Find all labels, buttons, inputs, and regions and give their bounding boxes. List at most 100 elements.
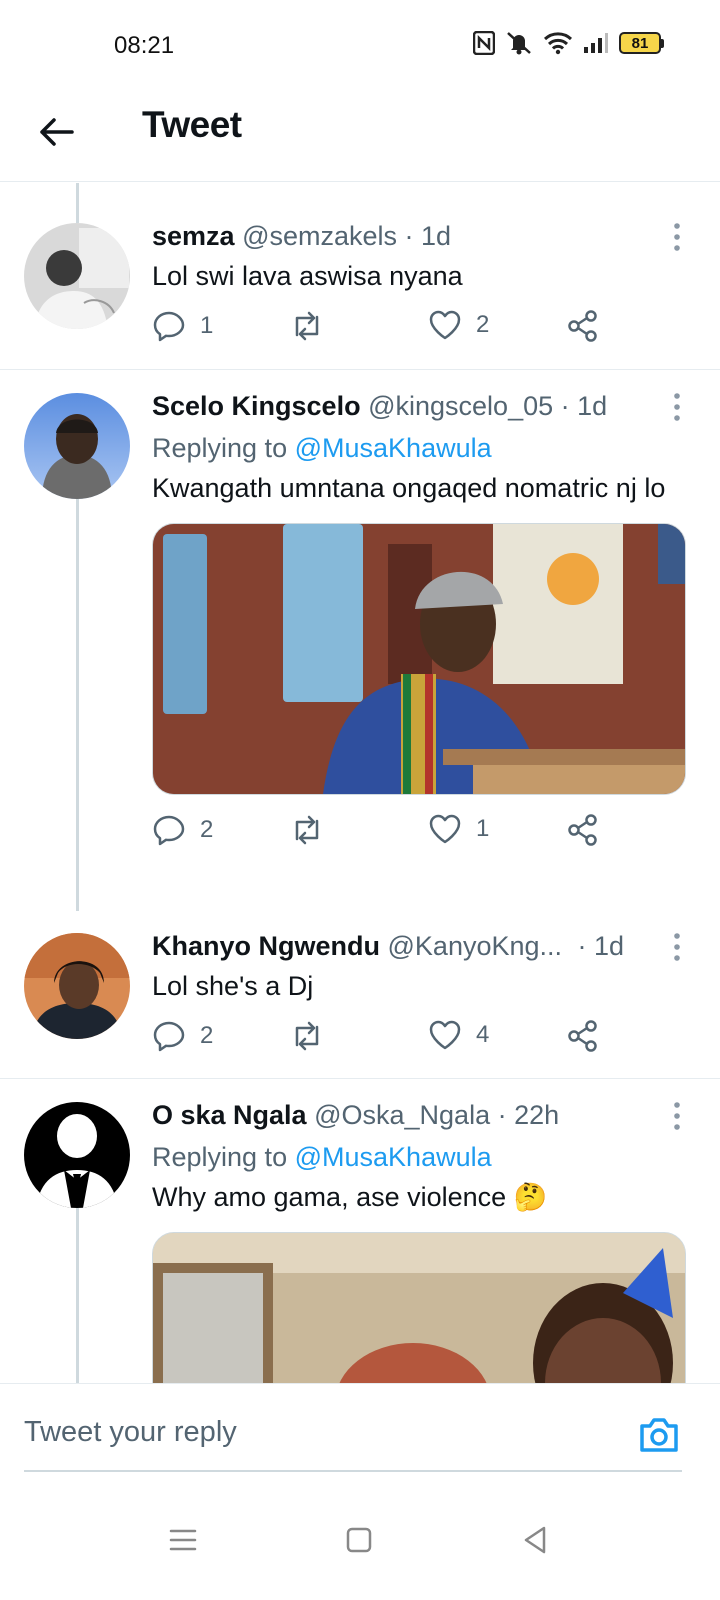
tweet-image[interactable]: [152, 523, 686, 795]
status-icons: 81: [473, 30, 664, 56]
more-options-button[interactable]: [662, 391, 692, 423]
tweet-meta: Scelo Kingscelo @kingscelo_05 · 1d: [152, 389, 682, 423]
avatar[interactable]: [24, 933, 130, 1039]
tweet-actions: 2 1: [152, 813, 682, 857]
thread-line: [76, 499, 79, 911]
reply-button[interactable]: 2: [152, 813, 213, 847]
tweet[interactable]: O ska Ngala @Oska_Ngala · 22h Replying t…: [0, 1080, 720, 1413]
retweet-button[interactable]: [288, 309, 340, 343]
page-title: Tweet: [142, 104, 242, 145]
heart-icon: [429, 1020, 461, 1050]
battery-icon: 81: [619, 32, 664, 54]
more-options-button[interactable]: [662, 931, 692, 963]
tweet-actions: 2 4: [152, 1019, 682, 1063]
tweet-text: Why amo gama, ase violence 🤔: [152, 1182, 548, 1212]
home-nav-button[interactable]: [342, 1523, 376, 1557]
author-name[interactable]: Scelo Kingscelo: [152, 391, 361, 421]
like-button[interactable]: 4: [428, 1019, 489, 1051]
reply-count: 2: [200, 1022, 214, 1049]
reply-input[interactable]: Tweet your reply: [24, 1416, 237, 1449]
more-options-button[interactable]: [662, 221, 692, 253]
avatar[interactable]: [24, 223, 130, 329]
retweet-button[interactable]: [288, 813, 340, 847]
mute-icon: [505, 30, 533, 56]
reply-icon: [153, 311, 185, 342]
back-nav-button[interactable]: [518, 1523, 552, 1557]
like-count: 4: [476, 1021, 490, 1048]
author-handle: @Oska_Ngala: [314, 1100, 491, 1130]
square-icon: [346, 1527, 372, 1553]
author-name[interactable]: Khanyo Ngwendu: [152, 931, 380, 961]
tweet-text: Lol swi lava aswisa nyana: [152, 261, 463, 291]
author-handle: @KanyoKng...: [387, 931, 563, 961]
share-button[interactable]: [566, 813, 600, 847]
like-button[interactable]: 1: [428, 813, 489, 845]
share-button[interactable]: [566, 1019, 600, 1053]
reply-button[interactable]: 2: [152, 1019, 213, 1053]
retweet-icon: [295, 311, 319, 341]
thread-line: [76, 183, 79, 223]
avatar[interactable]: [24, 1102, 130, 1208]
reply-icon: [153, 1021, 185, 1052]
author-name[interactable]: O ska Ngala: [152, 1100, 307, 1130]
more-vertical-icon: [674, 1102, 680, 1130]
tweet-meta: Khanyo Ngwendu @KanyoKng... · 1d: [152, 929, 682, 963]
back-button[interactable]: [36, 112, 76, 152]
tweet-meta: O ska Ngala @Oska_Ngala · 22h: [152, 1098, 682, 1132]
tweet-meta: semza @semzakels · 1d: [152, 219, 682, 253]
like-count: 1: [476, 815, 490, 842]
reply-button[interactable]: 1: [152, 309, 213, 343]
hamburger-icon: [169, 1529, 197, 1551]
menu-nav-button[interactable]: [166, 1523, 200, 1557]
replying-prefix: Replying to: [152, 1142, 288, 1172]
status-bar: 08:21 81: [0, 0, 720, 90]
reply-count: 2: [200, 816, 214, 843]
tweet-time: · 1d: [560, 391, 608, 421]
tweet[interactable]: Scelo Kingscelo @kingscelo_05 · 1d Reply…: [0, 371, 720, 911]
heart-icon: [429, 310, 461, 340]
signal-icon: [583, 32, 609, 54]
more-vertical-icon: [674, 933, 680, 961]
author-name[interactable]: semza: [152, 221, 235, 251]
more-vertical-icon: [674, 223, 680, 251]
share-icon: [568, 1020, 597, 1052]
heart-icon: [429, 814, 461, 844]
wifi-icon: [543, 31, 573, 55]
tweet[interactable]: Khanyo Ngwendu @KanyoKng... · 1d Lol she…: [0, 911, 720, 1079]
tweet-time: · 1d: [404, 221, 452, 251]
avatar[interactable]: [24, 393, 130, 499]
reply-underline: [24, 1470, 682, 1472]
share-button[interactable]: [566, 309, 600, 343]
nfc-icon: [473, 31, 495, 55]
like-count: 2: [476, 311, 490, 338]
more-options-button[interactable]: [662, 1100, 692, 1132]
mention-link[interactable]: @MusaKhawula: [295, 1142, 492, 1172]
more-vertical-icon: [674, 393, 680, 421]
author-handle: @semzakels: [242, 221, 398, 251]
replying-to: Replying to @MusaKhawula: [152, 1140, 682, 1174]
triangle-back-icon: [524, 1526, 546, 1554]
tweet[interactable]: semza @semzakels · 1d Lol swi lava aswis…: [0, 183, 720, 370]
reply-bar: Tweet your reply: [0, 1383, 720, 1483]
battery-level: 81: [619, 32, 661, 54]
tweet-time: · 1d: [577, 931, 625, 961]
replying-prefix: Replying to: [152, 433, 288, 463]
reply-count: 1: [200, 312, 214, 339]
mention-link[interactable]: @MusaKhawula: [295, 433, 492, 463]
reply-feed[interactable]: semza @semzakels · 1d Lol swi lava aswis…: [0, 183, 720, 1413]
like-button[interactable]: 2: [428, 309, 489, 341]
camera-icon: [640, 1418, 678, 1452]
retweet-icon: [295, 815, 319, 845]
status-time: 08:21: [114, 32, 175, 59]
tweet-actions: 1 2: [152, 309, 682, 353]
tweet-time: · 22h: [497, 1100, 560, 1130]
arrow-left-icon: [40, 118, 74, 146]
reply-icon: [153, 815, 185, 846]
header: Tweet: [0, 90, 720, 182]
share-icon: [568, 310, 597, 342]
tweet-text: Lol she's a Dj: [152, 971, 314, 1001]
camera-button[interactable]: [636, 1412, 682, 1458]
retweet-button[interactable]: [288, 1019, 340, 1053]
replying-to: Replying to @MusaKhawula: [152, 431, 682, 465]
retweet-icon: [295, 1021, 319, 1051]
